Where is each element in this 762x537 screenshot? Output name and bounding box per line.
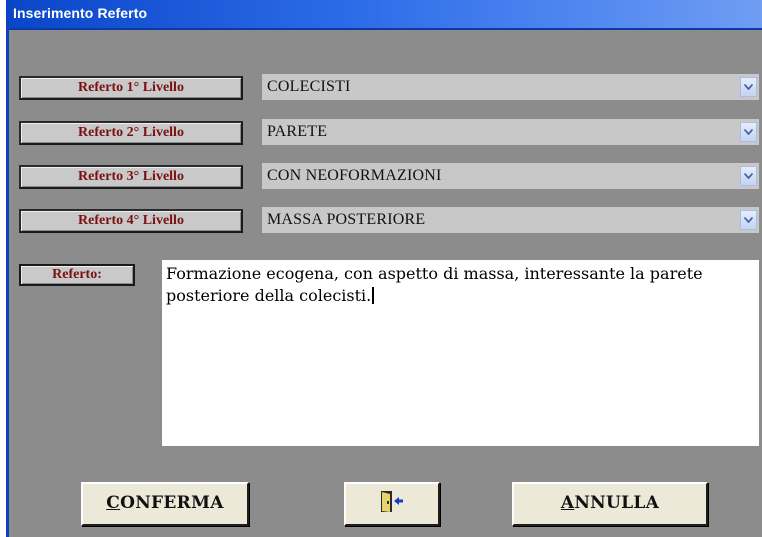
combo-level-4[interactable]: MASSA POSTERIORE — [262, 207, 759, 233]
combo-level-2[interactable]: PARETE — [262, 119, 759, 145]
window-title: Inserimento Referto — [13, 5, 148, 21]
cancel-button[interactable]: ANNULLA — [512, 482, 708, 526]
label-level-1: Referto 1° Livello — [19, 76, 243, 100]
chevron-down-icon[interactable] — [740, 77, 757, 97]
combo-level-2-value: PARETE — [267, 123, 328, 140]
confirm-button[interactable]: CONFERMA — [81, 482, 249, 526]
combo-level-3-value: CON NEOFORMAZIONI — [267, 167, 442, 184]
chevron-down-icon[interactable] — [740, 210, 757, 230]
label-level-4: Referto 4° Livello — [19, 209, 243, 233]
text-caret — [372, 287, 375, 304]
combo-level-1-value: COLECISTI — [267, 78, 351, 95]
title-bar[interactable]: Inserimento Referto — [9, 0, 762, 30]
referto-label: Referto: — [19, 264, 135, 286]
exit-button[interactable] — [344, 482, 440, 526]
confirm-button-label: ONFERMA — [120, 493, 224, 513]
combo-level-1[interactable]: COLECISTI — [262, 74, 759, 100]
label-level-2: Referto 2° Livello — [19, 121, 243, 145]
combo-level-4-value: MASSA POSTERIORE — [267, 211, 426, 228]
label-level-3: Referto 3° Livello — [19, 165, 243, 189]
cancel-button-accesskey: A — [560, 493, 575, 513]
confirm-button-accesskey: C — [106, 493, 121, 513]
cancel-button-label: NNULLA — [574, 493, 660, 513]
combo-level-3[interactable]: CON NEOFORMAZIONI — [262, 163, 759, 189]
chevron-down-icon[interactable] — [740, 122, 757, 142]
exit-door-icon — [379, 490, 405, 528]
dialog-window: Inserimento Referto Referto 1° Livello C… — [6, 0, 762, 537]
referto-textarea[interactable]: Formazione ecogena, con aspetto di massa… — [162, 260, 759, 446]
referto-text: Formazione ecogena, con aspetto di massa… — [166, 264, 703, 305]
chevron-down-icon[interactable] — [740, 166, 757, 186]
